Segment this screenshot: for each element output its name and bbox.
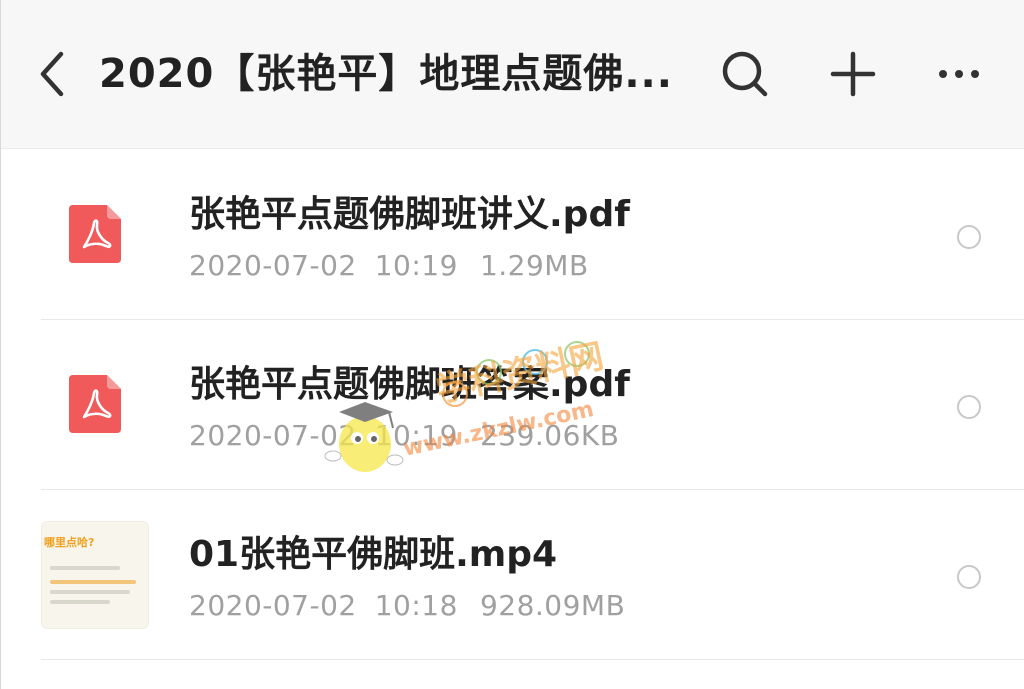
file-size: 928.09MB (479, 589, 626, 622)
file-browser-screen: 2020【张艳平】地理点题佛... 张艳平点题佛脚班讲义.pdf 2020-07… (0, 0, 1024, 689)
file-time: 10:18 (374, 589, 458, 622)
search-icon (722, 51, 768, 97)
file-meta: 2020-07-02 10:19 1.29MB (189, 247, 909, 285)
plus-icon (830, 51, 876, 97)
file-time: 10:19 (374, 249, 458, 282)
file-name: 01张艳平佛脚班.mp4 (189, 534, 558, 575)
select-radio[interactable] (957, 565, 981, 589)
thumbnail-line (50, 590, 130, 594)
file-row[interactable]: 哪里点哈? 01张艳平佛脚班.mp4 2020-07-02 10:18 928.09… (1, 491, 1024, 661)
thumbnail-line (50, 580, 136, 584)
top-bar: 2020【张艳平】地理点题佛... (1, 0, 1024, 148)
thumbnail-heading: 哪里点哈? (44, 536, 95, 549)
divider (41, 319, 1024, 320)
file-meta: 2020-07-02 10:18 928.09MB (189, 587, 909, 625)
file-time: 10:19 (374, 419, 458, 452)
pdf-file-icon (69, 375, 121, 433)
file-date: 2020-07-02 (189, 249, 357, 282)
divider (41, 659, 1024, 660)
thumbnail-line (50, 600, 110, 604)
thumbnail-line (50, 566, 120, 570)
file-size: 239.06KB (479, 419, 620, 452)
file-date: 2020-07-02 (189, 419, 357, 452)
file-name: 张艳平点题佛脚班答案.pdf (189, 364, 630, 405)
file-row[interactable]: 张艳平点题佛脚班讲义.pdf 2020-07-02 10:19 1.29MB (1, 151, 1024, 321)
more-button[interactable] (933, 48, 985, 100)
file-list: 张艳平点题佛脚班讲义.pdf 2020-07-02 10:19 1.29MB 张艳平… (1, 148, 1024, 689)
file-size: 1.29MB (479, 249, 589, 282)
chevron-left-icon (40, 51, 64, 97)
pdf-file-icon (69, 205, 121, 263)
divider (41, 489, 1024, 490)
back-button[interactable] (31, 48, 77, 100)
page-title: 2020【张艳平】地理点题佛... (99, 51, 673, 97)
search-button[interactable] (719, 48, 771, 100)
select-radio[interactable] (957, 395, 981, 419)
file-date: 2020-07-02 (189, 589, 357, 622)
file-row[interactable]: 张艳平点题佛脚班答案.pdf 2020-07-02 10:19 239.06KB (1, 321, 1024, 491)
video-thumbnail: 哪里点哈? (41, 521, 149, 629)
select-radio[interactable] (957, 225, 981, 249)
add-button[interactable] (827, 48, 879, 100)
more-horizontal-icon (939, 70, 979, 78)
file-name: 张艳平点题佛脚班讲义.pdf (189, 194, 630, 235)
file-meta: 2020-07-02 10:19 239.06KB (189, 417, 909, 455)
